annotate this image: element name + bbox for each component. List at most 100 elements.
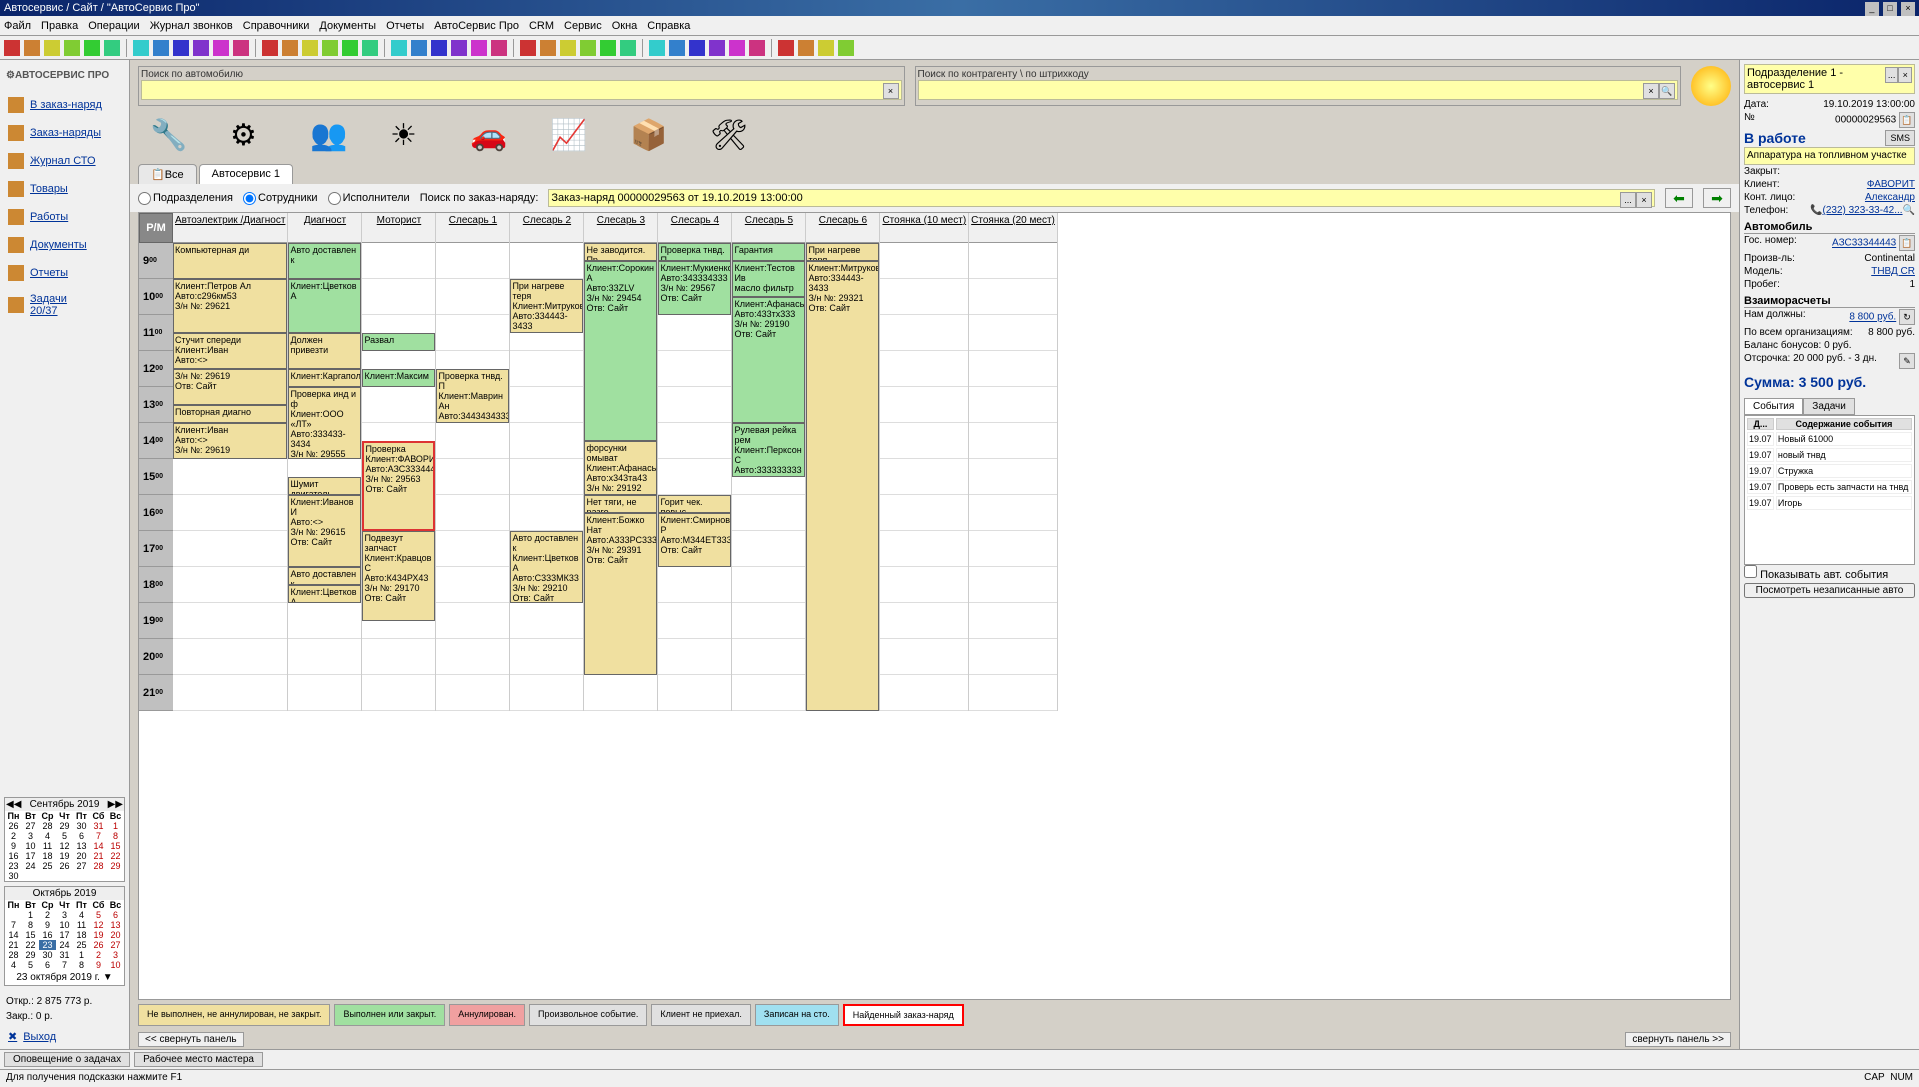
edit-icon[interactable]: ✎: [1899, 353, 1915, 369]
toolbar-icon-6[interactable]: [133, 40, 149, 56]
schedule-event[interactable]: Клиент:Смирнов РАвто:М344ЕТ333Отв: Сайт: [658, 513, 731, 567]
schedule-event[interactable]: Клиент:Тестов Ивмасло фильтр: [732, 261, 805, 297]
schedule-event[interactable]: Клиент:Петров АлАвто:с296км53З/н №: 2962…: [173, 279, 287, 333]
schedule-event[interactable]: Стучит спередиКлиент:ИванАвто:<>: [173, 333, 287, 369]
toolbar-icon-28[interactable]: [600, 40, 616, 56]
copy-icon[interactable]: 📋: [1899, 112, 1915, 128]
model-link[interactable]: ТНВД CR: [1871, 266, 1915, 277]
menu-Журнал звонков[interactable]: Журнал звонков: [150, 20, 233, 32]
toolbar-icon-17[interactable]: [362, 40, 378, 56]
tab-autoservice1[interactable]: Автосервис 1: [199, 164, 293, 184]
client-link[interactable]: ФАВОРИТ: [1867, 179, 1915, 190]
schedule-event[interactable]: При нагреве теряКлиент:МитруковАвто:3344…: [510, 279, 583, 333]
menu-Операции[interactable]: Операции: [88, 20, 139, 32]
schedule-col-9[interactable]: Стоянка (10 мест): [880, 213, 969, 711]
toolbar-icon-11[interactable]: [233, 40, 249, 56]
toolbar-icon-34[interactable]: [729, 40, 745, 56]
schedule-event[interactable]: Рулевая рейка ремКлиент:Перксон САвто:33…: [732, 423, 805, 477]
toolbar-icon-21[interactable]: [451, 40, 467, 56]
calendar-date-label[interactable]: 23 октября 2019 г. ▼: [5, 970, 124, 985]
toolbar-icon-25[interactable]: [540, 40, 556, 56]
schedule-col-3[interactable]: Слесарь 1Проверка тнвд. ПКлиент:Маврин А…: [436, 213, 510, 711]
minimize-icon[interactable]: _: [1865, 2, 1879, 16]
tab-events[interactable]: События: [1744, 398, 1803, 415]
maximize-icon[interactable]: □: [1883, 2, 1897, 16]
toolbar-icon-31[interactable]: [669, 40, 685, 56]
schedule-event[interactable]: Должен привезти: [288, 333, 361, 369]
collapse-left-button[interactable]: << свернуть панель: [138, 1032, 244, 1047]
schedule-event[interactable]: Компьютерная ди: [173, 243, 287, 279]
tab-all[interactable]: 📋Все: [138, 164, 197, 184]
toolbar-icon-2[interactable]: [44, 40, 60, 56]
schedule-event[interactable]: Авто доставлен кКлиент:Цветков ААвто:С33…: [510, 531, 583, 603]
menu-Сервис[interactable]: Сервис: [564, 20, 602, 32]
schedule-event[interactable]: Клиент:Иванов ИАвто:<>З/н №: 29615Отв: С…: [288, 495, 361, 567]
menu-CRM[interactable]: CRM: [529, 20, 554, 32]
schedule-event[interactable]: Развал: [362, 333, 435, 351]
phone-link[interactable]: (232) 323-33-42...: [1822, 205, 1902, 216]
toolbar-icon-4[interactable]: [84, 40, 100, 56]
toolbar-icon-26[interactable]: [560, 40, 576, 56]
close-icon[interactable]: ×: [1901, 2, 1915, 16]
schedule-col-8[interactable]: Слесарь 6При нагреве теряКлиент:Митруков…: [806, 213, 880, 711]
toolbar-icon-12[interactable]: [262, 40, 278, 56]
schedule-col-2[interactable]: МотористРазвалКлиент:МаксимПроверкаКлиен…: [362, 213, 436, 711]
toolbar-icon-35[interactable]: [749, 40, 765, 56]
clear-icon[interactable]: ×: [883, 83, 899, 99]
toolbar-icon-32[interactable]: [689, 40, 705, 56]
schedule-event[interactable]: Клиент:Каргаполь: [288, 369, 361, 387]
schedule-event[interactable]: Авто доставлен к: [288, 567, 361, 585]
schedule-event[interactable]: З/н №: 29619Отв: Сайт: [173, 369, 287, 405]
nav-item-1[interactable]: Заказ-наряды: [0, 119, 129, 147]
toolbar-icon-13[interactable]: [282, 40, 298, 56]
gos-link[interactable]: АЗС33344443: [1832, 238, 1896, 249]
search-auto-input[interactable]: ×: [141, 80, 902, 100]
rp-subdivision[interactable]: Подразделение 1 - автосервис 1: [1747, 67, 1885, 91]
toolbar-icon-36[interactable]: [778, 40, 794, 56]
schedule-event[interactable]: форсунки омыватКлиент:АфанасьеАвто:х343т…: [584, 441, 657, 495]
menu-Справочники[interactable]: Справочники: [243, 20, 310, 32]
toolbar-icon-24[interactable]: [520, 40, 536, 56]
search-contragent-input[interactable]: ×🔍: [918, 80, 1679, 100]
menu-АвтоСервис Про[interactable]: АвтоСервис Про: [434, 20, 519, 32]
schedule-event[interactable]: Проверка инд и фКлиент:ООО «ЛТ»Авто:3334…: [288, 387, 361, 459]
schedule-col-0[interactable]: Автоэлектрик /ДиагностКомпьютерная диКли…: [173, 213, 288, 711]
toolbar-icon-9[interactable]: [193, 40, 209, 56]
nav-item-6[interactable]: Отчеты: [0, 259, 129, 287]
next-month-icon[interactable]: ▶▶: [108, 799, 123, 810]
schedule-event[interactable]: Проверка тнвд. П: [658, 243, 731, 261]
nav-item-3[interactable]: Товары: [0, 175, 129, 203]
toolbar-icon-16[interactable]: [342, 40, 358, 56]
schedule-col-5[interactable]: Слесарь 3Не заводится. ПрКлиент:Сорокин …: [584, 213, 658, 711]
tab-tasks[interactable]: Задачи: [1803, 398, 1855, 415]
schedule-col-7[interactable]: Слесарь 5ГарантияКлиент:Тестов Ивмасло ф…: [732, 213, 806, 711]
nav-item-2[interactable]: Журнал СТО: [0, 147, 129, 175]
toolbar-icon-7[interactable]: [153, 40, 169, 56]
toolbar-icon-5[interactable]: [104, 40, 120, 56]
exit-button[interactable]: ✖Выход: [0, 1024, 129, 1049]
nav-item-0[interactable]: В заказ-наряд: [0, 91, 129, 119]
schedule-event[interactable]: Клиент:Цветков А: [288, 585, 361, 603]
nav-item-4[interactable]: Работы: [0, 203, 129, 231]
toolbar-icon-39[interactable]: [838, 40, 854, 56]
menu-Окна[interactable]: Окна: [612, 20, 638, 32]
schedule-event[interactable]: Проверка тнвд. ПКлиент:Маврин АнАвто:344…: [436, 369, 509, 423]
toolbar-icon-22[interactable]: [471, 40, 487, 56]
schedule-event[interactable]: Клиент:Сорокин ААвто:33ZLVЗ/н №: 29454От…: [584, 261, 657, 441]
nav-item-5[interactable]: Документы: [0, 231, 129, 259]
schedule-col-6[interactable]: Слесарь 4Проверка тнвд. ПКлиент:Мукиенко…: [658, 213, 732, 711]
schedule-event[interactable]: Клиент:АфанасьеАвто:433тх333З/н №: 29190…: [732, 297, 805, 423]
toolbar-icon-19[interactable]: [411, 40, 427, 56]
menu-Документы[interactable]: Документы: [319, 20, 376, 32]
schedule-event[interactable]: Шумит двигатель: [288, 477, 361, 495]
schedule-event[interactable]: Не заводится. Пр: [584, 243, 657, 261]
nav-tasks[interactable]: Задачи20/37: [0, 287, 129, 323]
schedule-col-4[interactable]: Слесарь 2При нагреве теряКлиент:Митруков…: [510, 213, 584, 711]
toolbar-icon-20[interactable]: [431, 40, 447, 56]
contact-link[interactable]: Александр: [1865, 192, 1915, 203]
toolbar-icon-15[interactable]: [322, 40, 338, 56]
close-icon[interactable]: ×: [1898, 67, 1912, 83]
toolbar-icon-14[interactable]: [302, 40, 318, 56]
copy-icon[interactable]: 📋: [1899, 235, 1915, 251]
event-row[interactable]: 19.07Проверь есть запчасти на тнвд: [1747, 480, 1912, 494]
